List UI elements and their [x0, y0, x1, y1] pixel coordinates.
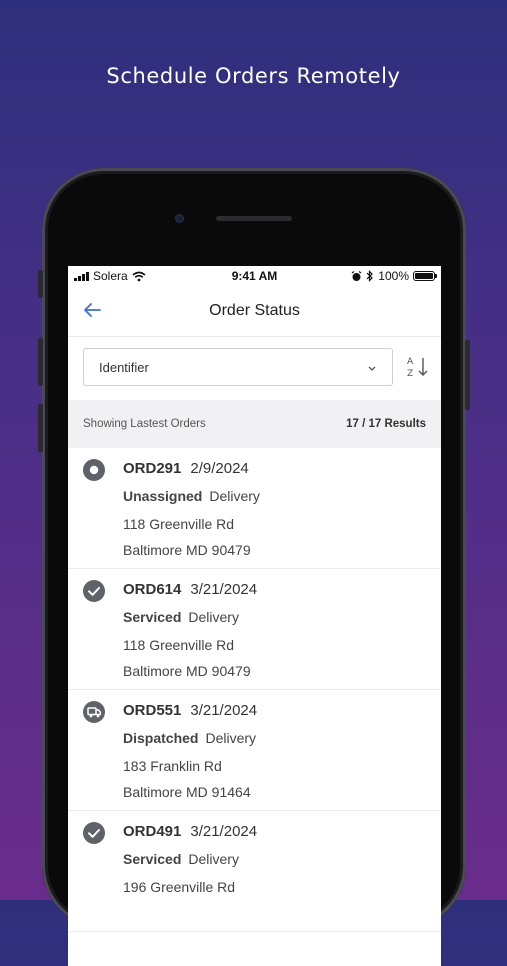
order-id: ORD491 — [123, 823, 182, 840]
nav-bar: Order Status — [68, 286, 441, 337]
svg-text:Z: Z — [407, 369, 413, 379]
order-type: Delivery — [188, 609, 239, 625]
check-icon — [83, 580, 105, 602]
order-list-item[interactable]: ORD551 3/21/2024 Dispatched Delivery 183 F… — [68, 690, 441, 811]
results-count: 17 / 17 Results — [346, 418, 426, 430]
speaker-grille — [216, 216, 292, 221]
truck-icon — [83, 701, 105, 723]
order-list-item[interactable]: ORD491 3/21/2024 Serviced Delivery 196 Gre… — [68, 811, 441, 932]
svg-text:A: A — [407, 357, 414, 367]
order-status-line: Unassigned Delivery — [123, 488, 260, 504]
headline: Schedule Orders Remotely — [106, 64, 401, 88]
order-status: Dispatched — [123, 730, 199, 746]
order-header: ORD291 2/9/2024 — [123, 460, 249, 477]
order-date: 2/9/2024 — [190, 460, 249, 477]
volume-up-button — [38, 338, 43, 386]
order-id: ORD291 — [123, 460, 182, 477]
order-list-item[interactable]: ORD614 3/21/2024 Serviced Delivery 118 Gre… — [68, 569, 441, 690]
order-city: Baltimore MD 90479 — [123, 663, 251, 679]
results-summary: Showing Lastest Orders 17 / 17 Results — [68, 400, 441, 448]
camera-icon — [175, 214, 184, 223]
order-type: Delivery — [209, 488, 260, 504]
unassigned-icon — [83, 459, 105, 481]
order-date: 3/21/2024 — [190, 823, 258, 840]
check-icon — [83, 822, 105, 844]
order-status-line: Serviced Delivery — [123, 609, 239, 625]
status-bar: Solera 9:41 AM 100% — [68, 266, 441, 286]
order-status: Serviced — [123, 851, 182, 867]
order-status-line: Serviced Delivery — [123, 851, 239, 867]
order-status-line: Dispatched Delivery — [123, 730, 256, 746]
order-status: Unassigned — [123, 488, 203, 504]
bluetooth-icon — [366, 270, 374, 282]
order-type: Delivery — [188, 851, 239, 867]
status-right: 100% — [351, 269, 437, 283]
order-date: 3/21/2024 — [190, 581, 258, 598]
summary-label: Showing Lastest Orders — [83, 418, 206, 430]
order-id: ORD614 — [123, 581, 182, 598]
battery-percent: 100% — [378, 269, 409, 283]
order-type: Delivery — [205, 730, 257, 746]
page-title: Order Status — [209, 302, 300, 319]
order-street: 183 Franklin Rd — [123, 758, 222, 774]
order-id: ORD551 — [123, 702, 182, 719]
order-street: 118 Greenville Rd — [123, 516, 235, 532]
chevron-down-icon — [368, 366, 376, 371]
sort-az-icon[interactable]: A Z — [406, 354, 430, 380]
order-list: ORD291 2/9/2024 Unassigned Delivery 118 Gr… — [68, 448, 441, 932]
filter-row: Identifier A Z — [68, 336, 441, 400]
app-screen: Solera 9:41 AM 100% Order Status Identif… — [68, 266, 441, 966]
order-street: 196 Greenville Rd — [123, 879, 236, 895]
order-city: Baltimore MD 90479 — [123, 542, 251, 558]
phone-frame: Solera 9:41 AM 100% Order Status Identif… — [38, 168, 470, 966]
order-city: Baltimore MD 91464 — [123, 784, 251, 800]
order-header: ORD614 3/21/2024 — [123, 581, 257, 598]
order-status: Serviced — [123, 609, 182, 625]
order-list-item[interactable]: ORD291 2/9/2024 Unassigned Delivery 118 Gr… — [68, 448, 441, 569]
identifier-select[interactable]: Identifier — [83, 348, 393, 386]
battery-icon — [413, 271, 437, 281]
alarm-icon — [351, 270, 362, 281]
order-header: ORD551 3/21/2024 — [123, 702, 257, 719]
volume-down-button — [38, 404, 43, 452]
mute-switch — [38, 270, 43, 298]
order-street: 118 Greenville Rd — [123, 637, 235, 653]
power-button — [465, 340, 470, 410]
select-value: Identifier — [99, 360, 149, 375]
order-date: 3/21/2024 — [190, 702, 258, 719]
order-header: ORD491 3/21/2024 — [123, 823, 257, 840]
